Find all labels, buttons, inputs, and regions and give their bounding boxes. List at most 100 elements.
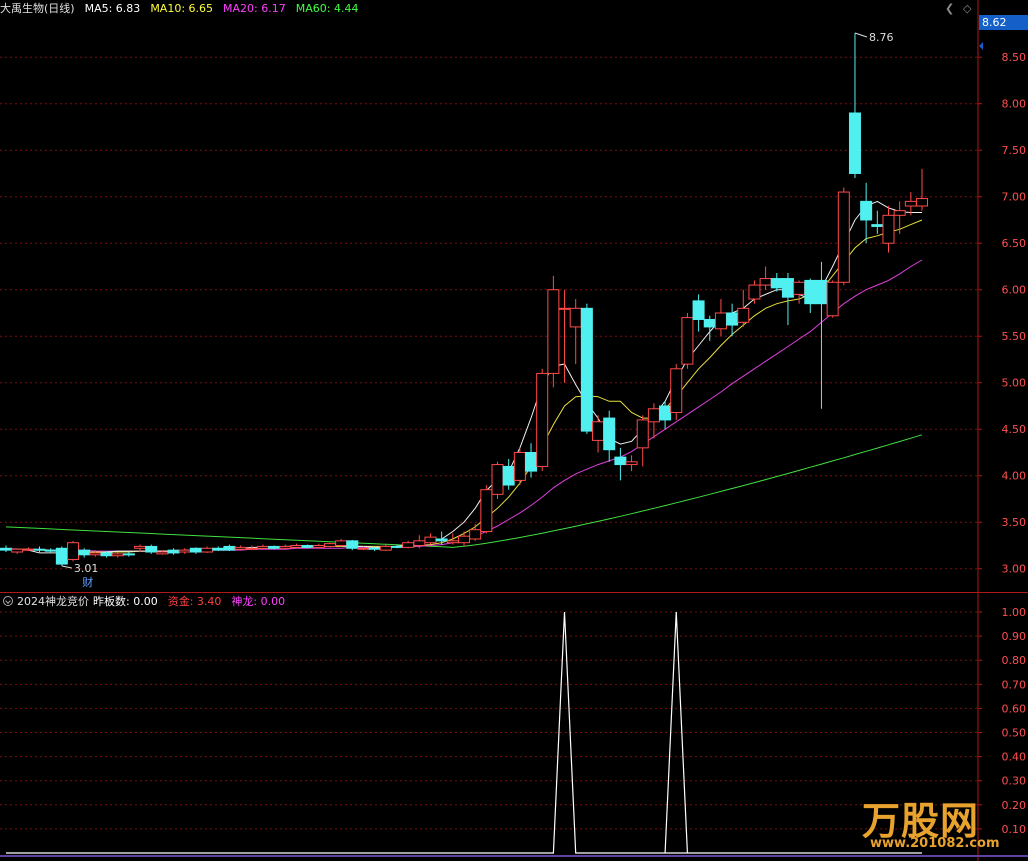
stock-chart[interactable]: 8.50 8.00 7.50 7.00 6.50 6.00 5.50 5.00 4.50 4.00… [0,0,1028,861]
indicator-legend-0: 昨板数: 0.00 [93,595,158,608]
candle-body-67 [748,284,761,300]
indicator-legend-1: 资金: 3.40 [167,595,222,608]
candle-body-14 [156,551,169,555]
candle-body-59 [659,405,672,421]
main-tick-label-3: 7.00 [1002,191,1027,204]
candle-body-62 [692,300,705,320]
main-tick-label-8: 4.50 [1002,423,1027,436]
high-annotation-pointer [854,32,868,38]
candle-body-17 [189,547,202,553]
candle-body-24 [268,545,281,549]
main-tick-label-1: 8.00 [1002,98,1027,111]
candle-body-4 [44,549,57,552]
candle-body-28 [312,544,325,548]
candle-body-75 [837,191,850,283]
candle-body-40 [446,540,459,544]
candle-body-44 [491,464,504,495]
indicator-tick-label-4: 0.60 [1002,702,1027,715]
indicator-tick-label-8: 0.20 [1002,799,1027,812]
candle-body-46 [513,451,526,481]
candle-body-34 [379,545,392,551]
main-tick-label-9: 4.00 [1002,470,1027,483]
candle-body-55 [614,456,627,466]
candle-body-23 [256,545,269,549]
chevron-down-icon[interactable] [3,596,13,606]
high-annotation-label: 8.76 [869,31,894,44]
candle-body-15 [167,549,180,554]
current-price-arrow [979,42,983,51]
candle-body-1 [11,548,24,553]
candle-body-56 [625,461,638,466]
chevron-left-icon[interactable]: ❮ [945,2,954,15]
candle-body-66 [737,307,750,323]
candle-body-60 [670,368,683,413]
candle-body-80 [893,210,906,216]
event-marker-cai: 财 [82,575,93,589]
candle-body-58 [647,408,660,423]
candle-body-70 [781,278,794,298]
candle-body-39 [435,538,448,542]
candle-body-27 [301,544,314,548]
indicator-tick-label-0: 1.00 [1002,606,1027,619]
candle-body-33 [368,547,381,550]
candle-body-74 [826,281,839,317]
candle-body-81 [904,200,917,207]
candle-body-47 [525,451,538,472]
candle-body-25 [279,545,292,549]
candle-body-54 [603,417,616,451]
candle-body-57 [636,419,649,449]
indicator-tick-label-9: 0.10 [1002,823,1027,836]
candle-body-36 [402,542,415,548]
candle-body-22 [245,547,258,550]
candle-body-41 [458,535,470,544]
ma-legend-2: MA20: 6.17 [223,1,286,15]
watermark-url: www.201082.com [870,836,1000,851]
candle-body-79 [882,214,895,244]
main-tick-label-5: 6.00 [1002,284,1027,297]
candle-body-69 [770,278,783,289]
candle-body-78 [871,224,884,227]
candle-body-37 [413,540,426,546]
diamond-icon[interactable]: ◇ [963,2,971,15]
candle-body-43 [480,489,493,533]
candle-body-45 [502,465,515,486]
indicator-header: 2024神龙竞价 昨板数: 0.00 资金: 3.40 神龙: 0.00 [0,593,295,609]
candle-body-76 [848,112,861,174]
indicator-tick-label-5: 0.50 [1002,727,1027,740]
main-tick-label-11: 3.00 [1002,563,1027,576]
low-annotation-pointer [61,565,72,569]
ma20-line [5,259,923,552]
candle-body-8 [89,552,102,556]
candle-body-42 [469,529,482,540]
indicator-tick-label-1: 0.90 [1002,630,1027,643]
candle-body-6 [67,542,80,560]
ma5-line [6,200,922,556]
candle-body-21 [234,546,247,550]
candle-body-72 [804,279,817,305]
candle-body-20 [223,545,236,551]
indicator-tick-label-3: 0.70 [1002,678,1027,691]
indicator-tick-label-6: 0.40 [1002,751,1027,764]
candle-body-12 [134,545,147,549]
candle-body-26 [290,544,303,548]
candle-body-32 [357,547,370,550]
ma-legend-1: MA10: 6.65 [150,1,214,15]
candle-body-64 [714,312,727,330]
candle-body-18 [201,547,214,553]
candle-body-65 [726,312,739,326]
main-tick-label-6: 5.50 [1002,330,1027,343]
candle-body-9 [100,552,113,557]
indicator-tick-label-2: 0.80 [1002,654,1027,667]
main-tick-label-0: 8.50 [1002,51,1027,64]
candle-body-52 [580,307,593,432]
candle-body-50 [558,307,571,310]
main-tick-label-7: 5.00 [1002,377,1027,390]
indicator-legend-2: 神龙: 0.00 [231,595,286,608]
ma-legend-0: MA5: 6.83 [84,1,141,15]
main-chart-header: 大禹生物(日线) MA5: 6.83 MA10: 6.65 MA20: 6.17 MA… [0,0,368,16]
indicator-series-line [6,611,922,854]
main-tick-label-10: 3.50 [1002,516,1027,529]
candle-body-11 [122,553,135,556]
candle-body-2 [22,548,35,551]
main-tick-label-2: 7.50 [1002,144,1027,157]
